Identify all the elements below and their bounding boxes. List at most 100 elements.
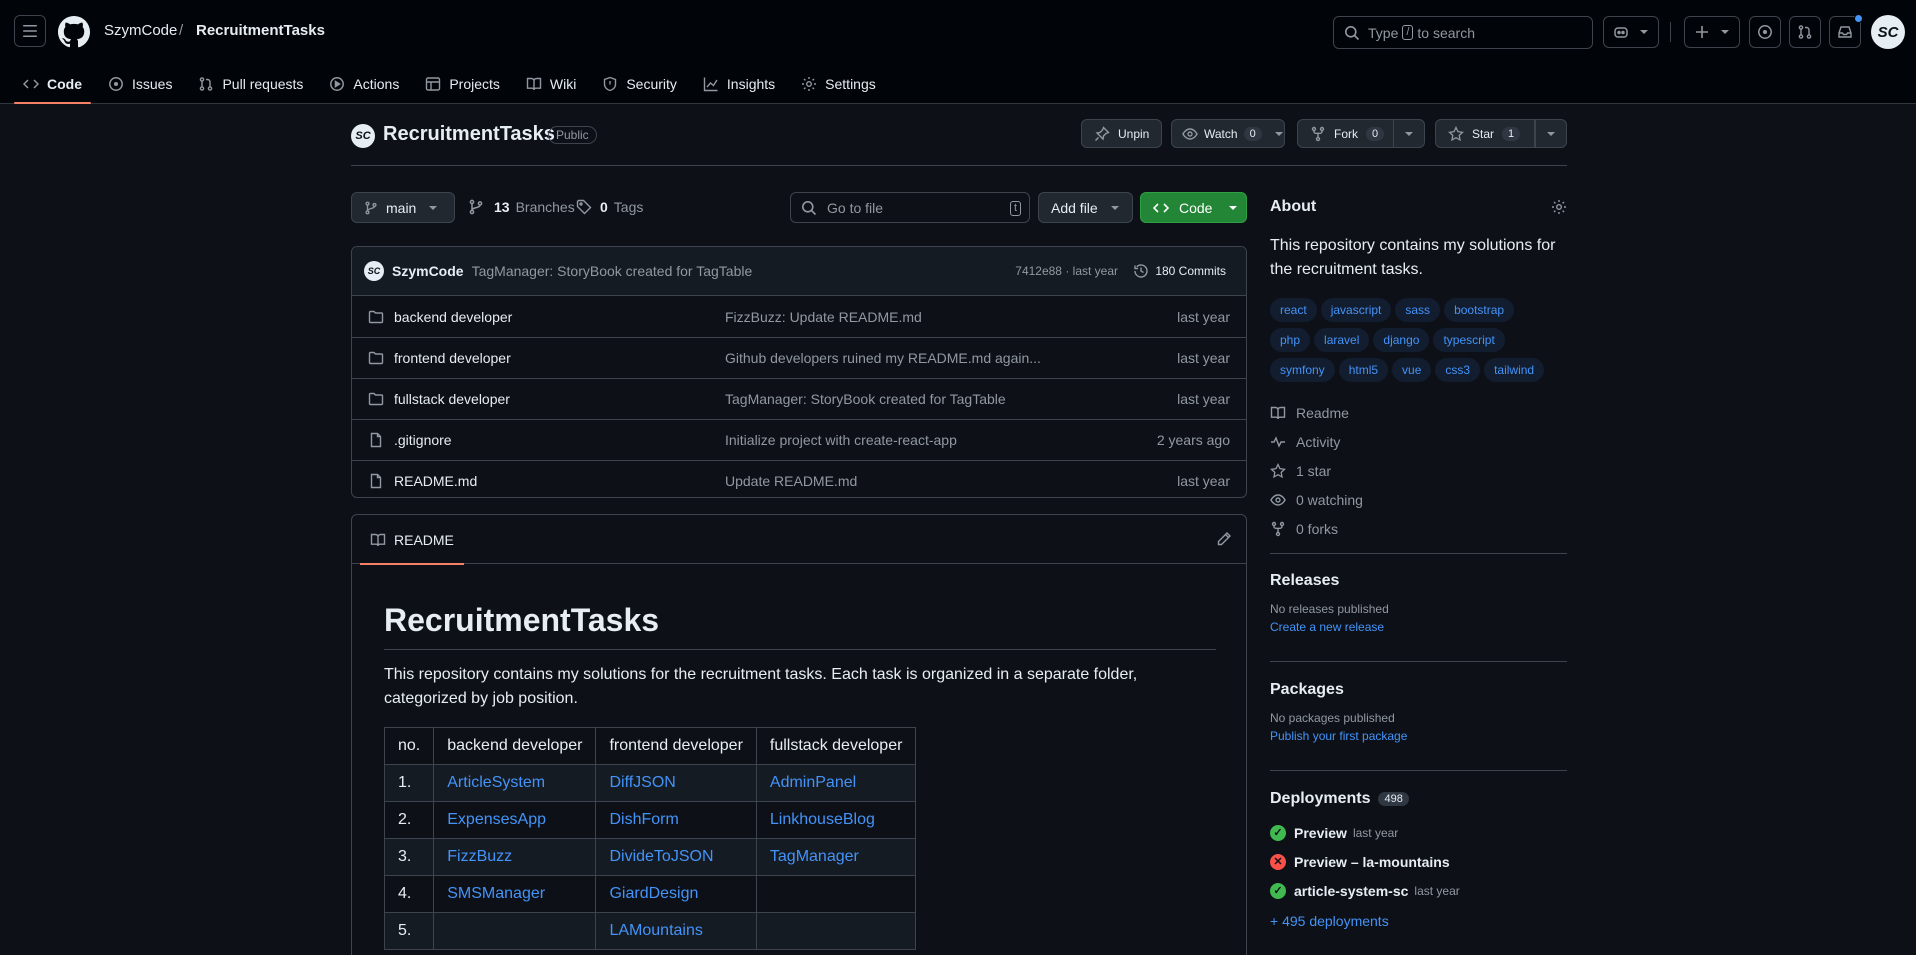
table-cell-link[interactable]: DishForm [595, 801, 757, 839]
deployment-name[interactable]: Preview [1294, 825, 1347, 841]
tab-issues[interactable]: Issues [99, 64, 181, 104]
releases-title[interactable]: Releases [1270, 572, 1567, 590]
stars-link[interactable]: 1 star [1270, 456, 1567, 485]
deployments-title[interactable]: Deployments [1270, 790, 1370, 808]
file-row[interactable]: fullstack developer TagManager: StoryBoo… [352, 378, 1246, 419]
deployment-item[interactable]: ✓ article-system-sc last year [1270, 876, 1567, 905]
breadcrumb-owner[interactable]: SzymCode [104, 22, 177, 39]
github-logo-icon[interactable] [58, 16, 90, 48]
repo-title[interactable]: RecruitmentTasks [383, 123, 555, 146]
tags-link[interactable]: 0 Tags [576, 199, 643, 215]
topic-tag[interactable]: typescript [1433, 328, 1505, 352]
copilot-button[interactable] [1603, 16, 1659, 48]
table-cell-link[interactable]: SMSManager [433, 875, 597, 913]
table-cell-link[interactable]: LAMountains [595, 912, 757, 950]
commit-author-avatar[interactable]: SC [364, 261, 384, 281]
table-cell-link[interactable]: DivideToJSON [595, 838, 757, 876]
topic-tag[interactable]: html5 [1338, 358, 1389, 382]
file-name[interactable]: backend developer [394, 309, 512, 325]
deployment-name[interactable]: Preview – la-mountains [1294, 854, 1450, 870]
commit-hash-time[interactable]: 7412e88 · last year [1015, 264, 1118, 278]
project-link[interactable]: AdminPanel [770, 774, 856, 791]
tab-pull-requests[interactable]: Pull requests [189, 64, 312, 104]
readme-tab[interactable]: README [360, 515, 464, 565]
tab-code[interactable]: Code [14, 64, 91, 104]
forks-link[interactable]: 0 forks [1270, 514, 1567, 543]
create-new-button[interactable] [1684, 16, 1740, 48]
publish-package-link[interactable]: Publish your first package [1270, 729, 1567, 743]
issues-button[interactable] [1749, 16, 1781, 48]
readme-link[interactable]: Readme [1270, 398, 1567, 427]
pull-requests-button[interactable] [1789, 16, 1821, 48]
topic-tag[interactable]: react [1270, 298, 1317, 322]
file-name[interactable]: .gitignore [394, 432, 452, 448]
tab-wiki[interactable]: Wiki [517, 64, 585, 104]
more-deployments-link[interactable]: + 495 deployments [1270, 913, 1567, 929]
table-cell-link[interactable]: ExpensesApp [433, 801, 597, 839]
file-row[interactable]: README.md Update README.md last year [352, 460, 1246, 497]
topic-tag[interactable]: sass [1395, 298, 1441, 322]
add-file-button[interactable]: Add file [1038, 192, 1133, 223]
create-release-link[interactable]: Create a new release [1270, 620, 1567, 634]
tab-insights[interactable]: Insights [694, 64, 784, 104]
deployment-item[interactable]: ✕ Preview – la-mountains [1270, 847, 1567, 876]
file-name[interactable]: frontend developer [394, 350, 511, 366]
project-link[interactable]: FizzBuzz [447, 848, 512, 865]
topic-tag[interactable]: laravel [1314, 328, 1370, 352]
table-cell-link[interactable]: GiardDesign [595, 875, 757, 913]
edit-pencil-icon[interactable] [1216, 531, 1232, 547]
project-link[interactable]: ExpensesApp [447, 811, 546, 828]
topic-tag[interactable]: django [1373, 328, 1430, 352]
topic-tag[interactable]: php [1270, 328, 1311, 352]
topic-tag[interactable]: javascript [1320, 298, 1392, 322]
watch-button[interactable]: Watch 0 [1171, 119, 1285, 148]
file-commit-message[interactable]: TagManager: StoryBook created for TagTab… [725, 391, 1006, 407]
star-button[interactable]: Star 1 [1435, 119, 1535, 148]
commit-message[interactable]: TagManager: StoryBook created for TagTab… [472, 263, 753, 279]
topic-tag[interactable]: symfony [1270, 358, 1335, 382]
activity-link[interactable]: Activity [1270, 427, 1567, 456]
deployment-item[interactable]: ✓ Preview last year [1270, 818, 1567, 847]
tab-security[interactable]: Security [593, 64, 686, 104]
search-input[interactable]: Type / to search [1333, 16, 1593, 49]
tab-projects[interactable]: Projects [416, 64, 509, 104]
go-to-file-input[interactable]: Go to file t [790, 192, 1030, 223]
commits-link[interactable]: 180 Commits [1133, 263, 1226, 279]
deployment-name[interactable]: article-system-sc [1294, 883, 1408, 899]
topic-tag[interactable]: tailwind [1484, 358, 1545, 382]
file-row[interactable]: backend developer FizzBuzz: Update READM… [352, 296, 1246, 337]
notifications-button[interactable] [1829, 14, 1863, 48]
gear-icon[interactable] [1551, 199, 1567, 215]
table-cell-link[interactable]: AdminPanel [755, 764, 917, 802]
tab-actions[interactable]: Actions [320, 64, 408, 104]
file-row[interactable]: .gitignore Initialize project with creat… [352, 419, 1246, 460]
file-row[interactable]: frontend developer Github developers rui… [352, 337, 1246, 378]
repo-owner-avatar[interactable]: SC [351, 124, 375, 148]
topic-tag[interactable]: vue [1392, 358, 1432, 382]
star-dropdown-button[interactable] [1535, 119, 1567, 148]
branches-link[interactable]: 13 Branches [468, 199, 575, 215]
project-link[interactable]: LinkhouseBlog [770, 811, 875, 828]
commit-author[interactable]: SzymCode [392, 263, 464, 279]
file-name[interactable]: fullstack developer [394, 391, 510, 407]
file-commit-message[interactable]: FizzBuzz: Update README.md [725, 309, 922, 325]
breadcrumb-repo[interactable]: RecruitmentTasks [196, 22, 325, 39]
tab-settings[interactable]: Settings [792, 64, 885, 104]
file-commit-message[interactable]: Initialize project with create-react-app [725, 432, 957, 448]
file-name[interactable]: README.md [394, 473, 477, 489]
project-link[interactable]: ArticleSystem [447, 774, 545, 791]
project-link[interactable]: GiardDesign [609, 885, 698, 902]
file-commit-message[interactable]: Github developers ruined my README.md ag… [725, 350, 1041, 366]
project-link[interactable]: DishForm [609, 811, 678, 828]
packages-title[interactable]: Packages [1270, 681, 1567, 699]
project-link[interactable]: SMSManager [447, 885, 545, 902]
menu-button[interactable] [14, 15, 46, 47]
table-cell-link[interactable]: TagManager [755, 838, 917, 876]
branch-selector[interactable]: main [351, 192, 455, 223]
table-cell-link[interactable]: DiffJSON [595, 764, 757, 802]
code-button[interactable]: Code [1140, 192, 1247, 223]
user-avatar[interactable]: SC [1871, 15, 1905, 49]
topic-tag[interactable]: bootstrap [1444, 298, 1515, 322]
project-link[interactable]: LAMountains [609, 922, 702, 939]
file-commit-message[interactable]: Update README.md [725, 473, 857, 489]
